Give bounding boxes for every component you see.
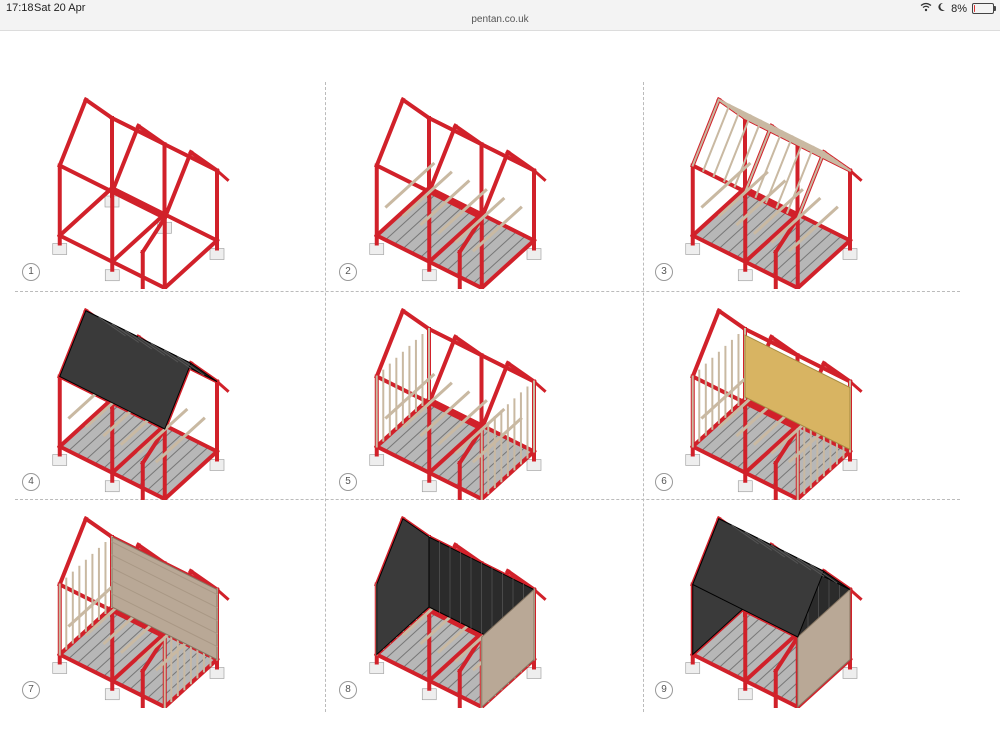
frame-rafter bbox=[83, 96, 115, 121]
step-number-1: 1 bbox=[22, 263, 40, 281]
address-bar-url[interactable]: pentan.co.uk bbox=[0, 14, 1000, 25]
roof-rafter-timber bbox=[712, 108, 742, 178]
frame-rafter bbox=[400, 96, 432, 121]
step-1-illustration bbox=[52, 96, 230, 289]
frame-rafter bbox=[374, 97, 406, 169]
step-panel-7: 7 bbox=[20, 503, 325, 708]
status-time: 17:18 bbox=[6, 2, 34, 14]
step-6-illustration bbox=[685, 307, 863, 500]
building-model bbox=[685, 307, 863, 500]
step-panel-3: 3 bbox=[653, 84, 958, 289]
roof-rafter-timber bbox=[785, 145, 815, 215]
roof-rafter-timber bbox=[691, 98, 721, 167]
roof-rafter-timber bbox=[733, 119, 763, 188]
step-panel-1: 1 bbox=[20, 84, 325, 289]
step-7-illustration bbox=[52, 515, 230, 708]
grid-divider-horizontal bbox=[15, 291, 960, 292]
status-bar: 17:18 Sat 20 Apr pentan.co.uk 8% bbox=[0, 0, 1000, 31]
step-2-illustration bbox=[369, 96, 547, 289]
step-5-illustration bbox=[369, 307, 547, 500]
roof-rafter-timber bbox=[701, 103, 731, 173]
grid-divider-vertical bbox=[643, 82, 644, 712]
step-number-8: 8 bbox=[339, 681, 357, 699]
building-model bbox=[52, 515, 230, 708]
frame-rafter bbox=[400, 307, 432, 332]
grid-divider-vertical bbox=[325, 82, 326, 712]
step-number-7: 7 bbox=[22, 681, 40, 699]
frame-rafter bbox=[57, 97, 89, 169]
battery-icon bbox=[972, 3, 996, 14]
step-9-illustration bbox=[685, 515, 863, 708]
step-panel-9: 9 bbox=[653, 503, 958, 708]
building-model bbox=[685, 96, 863, 289]
status-date: Sat 20 Apr bbox=[34, 2, 86, 14]
frame-rafter bbox=[109, 123, 141, 195]
step-number-5: 5 bbox=[339, 473, 357, 491]
frame-base-beam bbox=[161, 237, 220, 289]
roof-rafter-timber bbox=[764, 135, 794, 204]
step-number-2: 2 bbox=[339, 263, 357, 281]
step-number-3: 3 bbox=[655, 263, 673, 281]
building-model bbox=[369, 96, 547, 289]
battery-percent: 8% bbox=[951, 2, 967, 15]
status-indicators: 8% bbox=[920, 2, 996, 15]
step-number-9: 9 bbox=[655, 681, 673, 699]
moon-icon bbox=[937, 2, 946, 15]
frame-base-beam bbox=[56, 185, 115, 239]
frame-rafter bbox=[162, 149, 194, 221]
frame-rafter bbox=[716, 307, 748, 332]
step-number-4: 4 bbox=[22, 473, 40, 491]
wifi-icon bbox=[920, 2, 932, 15]
building-model bbox=[52, 96, 230, 289]
step-3-illustration bbox=[685, 96, 863, 289]
building-model bbox=[369, 307, 547, 500]
building-model bbox=[685, 515, 863, 708]
battery-level-fill bbox=[974, 5, 975, 12]
step-panel-5: 5 bbox=[337, 295, 642, 500]
build-steps-grid: 1 2 3 4 5 6 7 8 9 bbox=[15, 82, 960, 712]
step-panel-4: 4 bbox=[20, 295, 325, 500]
step-panel-8: 8 bbox=[337, 503, 642, 708]
step-8-illustration bbox=[369, 515, 547, 708]
building-model bbox=[52, 307, 230, 500]
step-4-illustration bbox=[52, 307, 230, 500]
frame-base-beam bbox=[109, 211, 168, 265]
frame-rafter bbox=[83, 515, 115, 540]
step-panel-6: 6 bbox=[653, 295, 958, 500]
building-model bbox=[369, 515, 547, 708]
step-number-6: 6 bbox=[655, 473, 673, 491]
step-panel-2: 2 bbox=[337, 84, 642, 289]
